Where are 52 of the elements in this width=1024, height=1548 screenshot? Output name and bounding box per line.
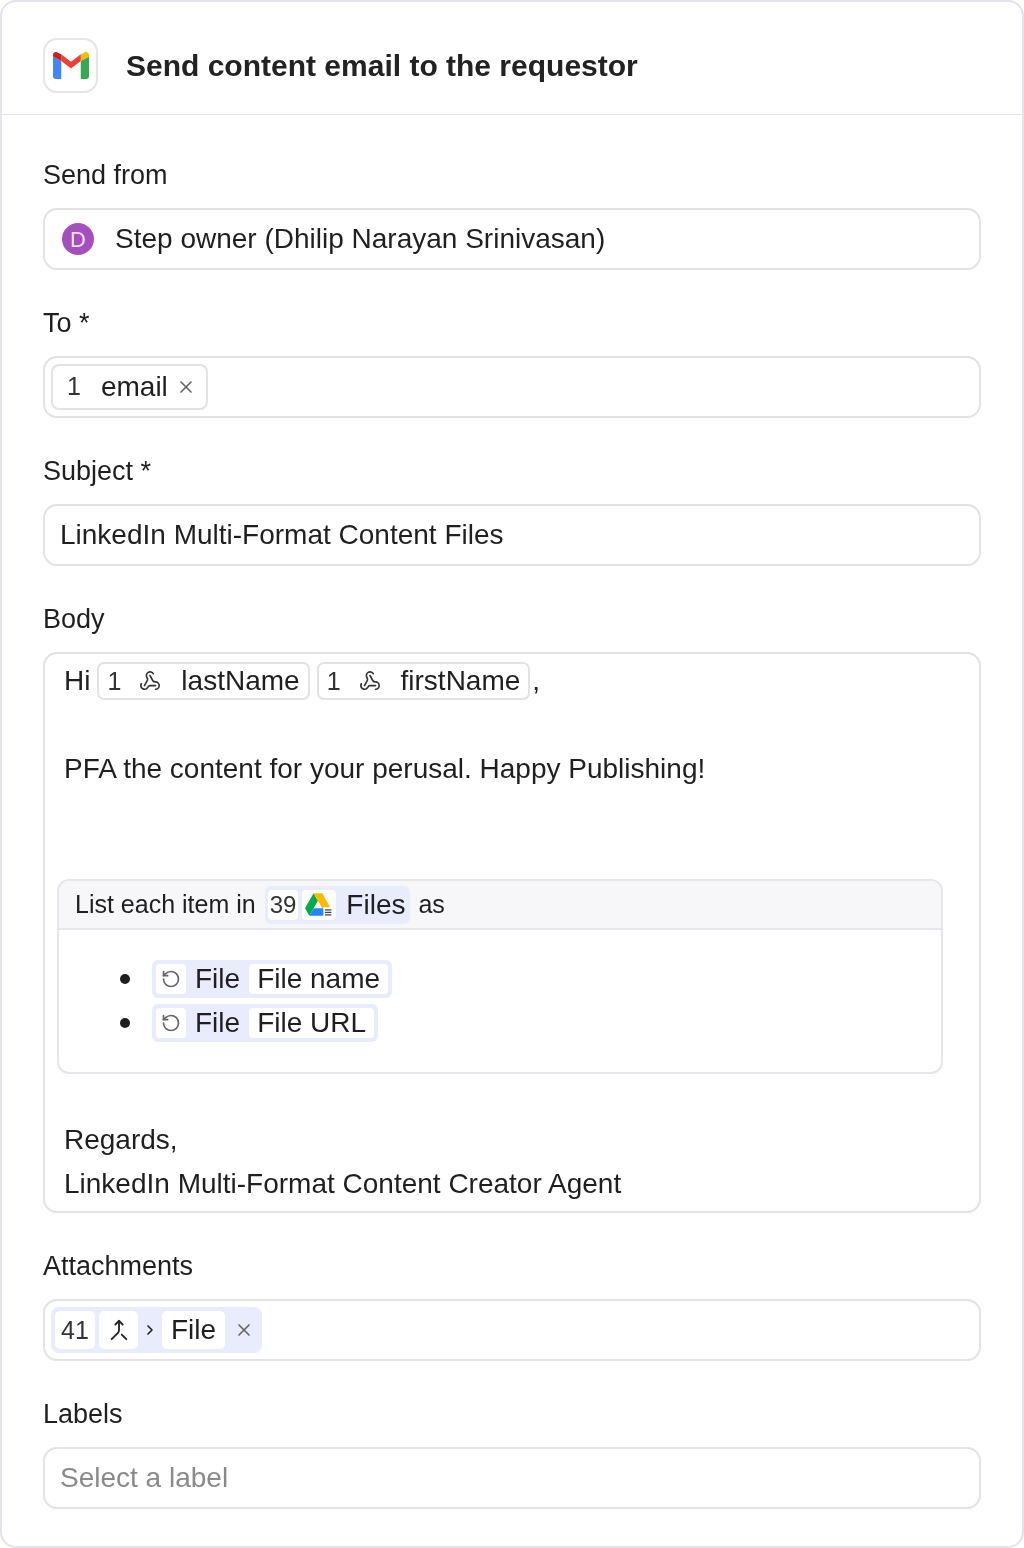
- step-number: 1: [326, 668, 341, 694]
- variable-chip[interactable]: 41 File: [51, 1307, 263, 1353]
- body-paragraph: PFA the content for your perusal. Happy Publishing!: [64, 752, 706, 786]
- gmail-logo-icon: [43, 38, 98, 93]
- step-number: 1: [107, 668, 122, 694]
- recipient-field[interactable]: 1 email: [43, 356, 981, 418]
- field-label: Body: [43, 603, 105, 635]
- webhook-icon: [139, 670, 162, 692]
- webhook-icon: [358, 670, 381, 692]
- attachments-field[interactable]: 41 File: [43, 1299, 981, 1361]
- field-name: File name: [249, 964, 389, 994]
- variable-name: lastName: [181, 667, 300, 695]
- bullet-icon: [120, 1018, 130, 1028]
- step-title: Send content email to the requestor: [126, 47, 638, 84]
- source-name: File: [195, 1009, 241, 1037]
- merge-icon: [99, 1311, 138, 1349]
- body-editor[interactable]: Hi 1 lastName 1 firstName , PFA the content for your perusal. Happy Publishing! List each item in 39 Files as File File name File File URL Regards, LinkedIn Multi-Format Content Creator Agent: [43, 652, 981, 1213]
- punctuation-text: ,: [532, 664, 541, 698]
- variable-name: email: [100, 370, 168, 404]
- field-label: To *: [43, 307, 90, 339]
- subject-field[interactable]: LinkedIn Multi-Format Content Files: [43, 504, 981, 566]
- field-label: Labels: [43, 1398, 123, 1430]
- field-chip[interactable]: File File name: [152, 960, 393, 998]
- user-avatar: D: [62, 223, 94, 255]
- step-number: 39: [267, 889, 299, 920]
- variable-name: File: [162, 1311, 226, 1349]
- refresh-icon: [156, 1008, 186, 1038]
- loop-suffix-text: as: [418, 892, 445, 917]
- loop-prefix-text: List each item in: [75, 892, 256, 917]
- sender-select[interactable]: D Step owner (Dhilip Narayan Srinivasan): [43, 208, 981, 270]
- variable-name: firstName: [400, 667, 521, 695]
- variable-chip[interactable]: 39 Files: [264, 885, 411, 924]
- refresh-icon: [156, 964, 186, 994]
- field-label: Subject *: [43, 455, 152, 487]
- variable-name: Files: [346, 890, 406, 919]
- step-number: 41: [55, 1311, 95, 1349]
- field-name: File URL: [249, 1008, 375, 1038]
- sender-name: Step owner (Dhilip Narayan Srinivasan): [115, 222, 606, 256]
- field-label: Send from: [43, 159, 168, 191]
- source-name: File: [195, 965, 241, 993]
- variable-chip[interactable]: 1 firstName: [316, 662, 531, 700]
- field-chip[interactable]: File File URL: [152, 1004, 379, 1042]
- label-select[interactable]: Select a label: [43, 1447, 981, 1509]
- signature-line: LinkedIn Multi-Format Content Creator Agent: [64, 1167, 622, 1201]
- signature-line: Regards,: [64, 1123, 178, 1157]
- field-label: Attachments: [43, 1250, 194, 1282]
- drive-logo-icon: [302, 889, 337, 920]
- variable-chip[interactable]: 1 email: [51, 364, 208, 410]
- variable-chip[interactable]: 1 lastName: [97, 662, 310, 700]
- step-number: 1: [67, 371, 81, 403]
- bullet-icon: [120, 974, 130, 984]
- greeting-text: Hi: [64, 664, 91, 698]
